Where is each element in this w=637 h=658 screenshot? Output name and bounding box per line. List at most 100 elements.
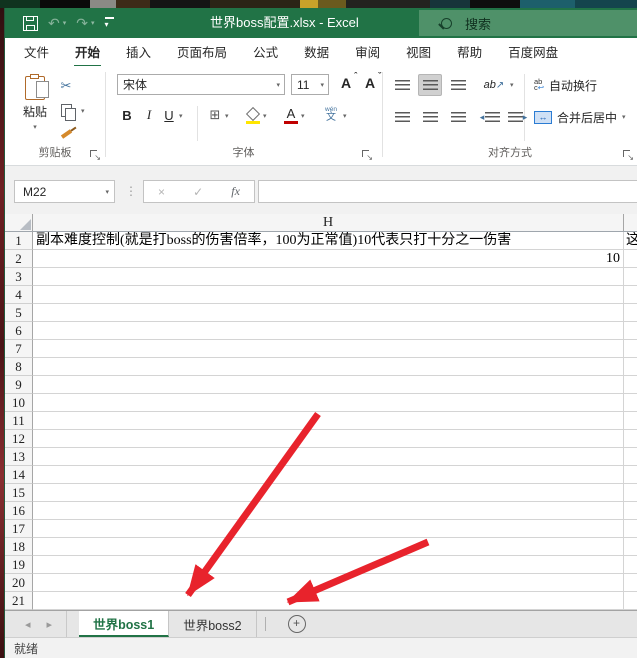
row-header-13[interactable]: 13 — [5, 448, 33, 466]
redo-icon[interactable]: ↷ — [76, 16, 88, 30]
align-top-button[interactable] — [390, 74, 414, 96]
wrap-text-button[interactable]: ab c↩ 自动换行 — [534, 74, 597, 96]
row-header-9[interactable]: 9 — [5, 376, 33, 394]
cancel-icon[interactable]: × — [158, 185, 165, 199]
font-color-button[interactable]: A — [281, 104, 301, 126]
sheet-nav-right-icon[interactable]: ▸ — [47, 618, 53, 631]
ribbon-tab-审阅[interactable]: 审阅 — [342, 38, 393, 66]
font-color-dropdown-icon[interactable]: ▾ — [301, 112, 305, 120]
cell-I15[interactable] — [624, 484, 637, 502]
copy-button[interactable] — [55, 100, 77, 120]
cell-H18[interactable] — [33, 538, 624, 556]
borders-button[interactable]: ⊞ — [205, 104, 225, 126]
cell-I21[interactable] — [624, 592, 637, 610]
format-painter-button[interactable] — [55, 124, 77, 144]
cell-I13[interactable] — [624, 448, 637, 466]
cell-I10[interactable] — [624, 394, 637, 412]
alignment-dialog-launcher-icon[interactable] — [623, 150, 633, 160]
decrease-font-button[interactable]: A — [359, 73, 381, 93]
cell-I20[interactable] — [624, 574, 637, 592]
row-header-4[interactable]: 4 — [5, 286, 33, 304]
cell-H5[interactable] — [33, 304, 624, 322]
align-center-button[interactable] — [418, 106, 442, 128]
row-header-6[interactable]: 6 — [5, 322, 33, 340]
row-header-8[interactable]: 8 — [5, 358, 33, 376]
copy-dropdown-icon[interactable]: ▾ — [81, 107, 85, 115]
row-header-21[interactable]: 21 — [5, 592, 33, 610]
sheet-tab-世界boss2[interactable]: 世界boss2 — [169, 611, 256, 637]
row-header-12[interactable]: 12 — [5, 430, 33, 448]
cell-I14[interactable] — [624, 466, 637, 484]
paste-button[interactable]: 粘贴 ▾ — [15, 74, 55, 148]
orientation-dropdown-icon[interactable]: ▾ — [510, 81, 514, 89]
row-header-7[interactable]: 7 — [5, 340, 33, 358]
align-right-button[interactable] — [446, 106, 470, 128]
add-sheet-button[interactable]: + — [288, 615, 306, 633]
row-header-20[interactable]: 20 — [5, 574, 33, 592]
cell-H10[interactable] — [33, 394, 624, 412]
row-header-1[interactable]: 1 — [5, 232, 33, 250]
cell-H21[interactable] — [33, 592, 624, 610]
ribbon-tab-数据[interactable]: 数据 — [291, 38, 342, 66]
cell-H14[interactable] — [33, 466, 624, 484]
customize-qat-icon[interactable]: ▾ — [105, 17, 109, 29]
font-dialog-launcher-icon[interactable] — [362, 150, 372, 160]
decrease-indent-button[interactable]: ◂ — [478, 106, 502, 128]
row-header-3[interactable]: 3 — [5, 268, 33, 286]
undo-dropdown-icon[interactable]: ▾ — [63, 19, 67, 27]
ribbon-tab-公式[interactable]: 公式 — [240, 38, 291, 66]
insert-function-icon[interactable]: fx — [231, 184, 240, 199]
row-header-11[interactable]: 11 — [5, 412, 33, 430]
cell-I8[interactable] — [624, 358, 637, 376]
undo-icon[interactable]: ↶ — [48, 16, 60, 30]
row-header-15[interactable]: 15 — [5, 484, 33, 502]
cell-H20[interactable] — [33, 574, 624, 592]
cell-I7[interactable] — [624, 340, 637, 358]
row-header-16[interactable]: 16 — [5, 502, 33, 520]
cell-H8[interactable] — [33, 358, 624, 376]
column-header-H[interactable]: H — [33, 214, 624, 231]
formula-bar-grip-icon[interactable]: ⋮ — [125, 184, 137, 198]
fill-color-dropdown-icon[interactable]: ▾ — [263, 112, 267, 120]
cell-I11[interactable] — [624, 412, 637, 430]
phonetic-dropdown-icon[interactable]: ▾ — [343, 112, 347, 120]
borders-dropdown-icon[interactable]: ▾ — [225, 112, 229, 120]
cell-I6[interactable] — [624, 322, 637, 340]
ribbon-tab-视图[interactable]: 视图 — [393, 38, 444, 66]
cell-H12[interactable] — [33, 430, 624, 448]
select-all-corner[interactable] — [5, 214, 33, 231]
cut-button[interactable]: ✂ — [55, 76, 77, 96]
cell-I4[interactable] — [624, 286, 637, 304]
cell-I2[interactable] — [624, 250, 637, 268]
cell-H2[interactable]: 10 — [33, 250, 624, 268]
redo-dropdown-icon[interactable]: ▾ — [91, 19, 95, 27]
cell-H9[interactable] — [33, 376, 624, 394]
increase-indent-button[interactable]: ▸ — [506, 106, 530, 128]
cell-I9[interactable] — [624, 376, 637, 394]
sheet-nav-left-icon[interactable]: ◂ — [25, 618, 31, 631]
cell-H4[interactable] — [33, 286, 624, 304]
ribbon-tab-插入[interactable]: 插入 — [113, 38, 164, 66]
row-header-18[interactable]: 18 — [5, 538, 33, 556]
merge-center-button[interactable]: ↔ 合并后居中 ▾ — [534, 106, 626, 128]
cell-I3[interactable] — [624, 268, 637, 286]
ribbon-tab-文件[interactable]: 文件 — [11, 38, 62, 66]
ribbon-tab-开始[interactable]: 开始 — [62, 38, 113, 66]
cell-H15[interactable] — [33, 484, 624, 502]
cell-H17[interactable] — [33, 520, 624, 538]
name-box[interactable]: M22 ▾ — [14, 180, 115, 203]
row-header-5[interactable]: 5 — [5, 304, 33, 322]
cell-I12[interactable] — [624, 430, 637, 448]
cell-I16[interactable] — [624, 502, 637, 520]
row-header-19[interactable]: 19 — [5, 556, 33, 574]
cell-H1[interactable]: 副本难度控制(就是打boss的伤害倍率，100为正常值)10代表只打十分之一伤害 — [33, 232, 624, 250]
cell-I1[interactable]: 这 — [624, 232, 637, 250]
cell-I18[interactable] — [624, 538, 637, 556]
cell-H6[interactable] — [33, 322, 624, 340]
cell-H19[interactable] — [33, 556, 624, 574]
cell-H3[interactable] — [33, 268, 624, 286]
underline-button[interactable]: U — [159, 104, 179, 126]
search-box[interactable]: 搜索 — [419, 10, 637, 36]
cell-H7[interactable] — [33, 340, 624, 358]
increase-font-button[interactable]: A — [335, 73, 357, 93]
